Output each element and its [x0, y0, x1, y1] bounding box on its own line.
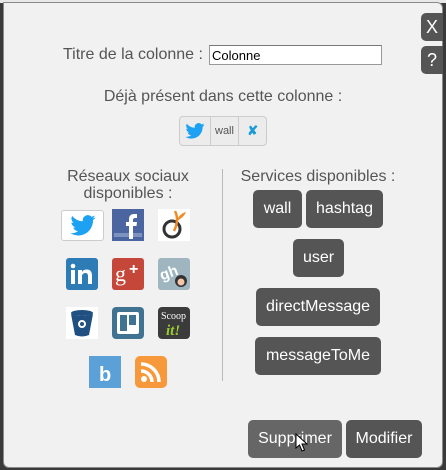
bitly-network-icon[interactable]: b: [89, 356, 121, 388]
mouse-cursor-icon: [295, 433, 309, 452]
svg-text:b: b: [99, 364, 111, 386]
title-label: Titre de la colonne :: [63, 46, 203, 63]
svg-text:it!: it!: [166, 323, 180, 339]
social-header: Réseaux sociaux disponibles :: [40, 168, 216, 202]
scoopit-network-icon[interactable]: Scoop it!: [158, 307, 190, 339]
twitter-network-icon[interactable]: [61, 210, 104, 241]
present-item-chip: wall ✘: [179, 116, 267, 146]
present-service-label: wall: [211, 117, 240, 145]
google-plus-network-icon[interactable]: g +: [112, 258, 144, 290]
help-button[interactable]: ?: [421, 46, 443, 74]
github-network-icon[interactable]: gh: [157, 258, 190, 290]
modify-button[interactable]: Modifier: [346, 420, 422, 458]
viadeo-network-icon[interactable]: [158, 209, 190, 241]
rss-network-icon[interactable]: [135, 356, 167, 388]
svg-text:Scoop: Scoop: [161, 311, 186, 322]
service-messagetome-button[interactable]: messageToMe: [255, 337, 381, 375]
svg-text:+: +: [129, 261, 138, 278]
service-directmessage-button[interactable]: directMessage: [256, 288, 380, 326]
svg-text:g: g: [115, 261, 126, 286]
column-divider: [222, 169, 223, 381]
social-header-line1: Réseaux sociaux: [67, 168, 189, 185]
close-button[interactable]: X: [421, 13, 443, 41]
trello-network-icon[interactable]: [112, 307, 144, 339]
linkedin-network-icon[interactable]: [66, 258, 98, 290]
facebook-network-icon[interactable]: [112, 209, 144, 241]
twitter-icon: [180, 117, 211, 145]
service-user-button[interactable]: user: [293, 239, 344, 277]
title-input[interactable]: [209, 45, 382, 65]
social-header-line2: disponibles :: [83, 185, 173, 202]
services-header: Services disponibles :: [240, 168, 396, 185]
present-label: Déjà présent dans cette colonne :: [103, 88, 343, 105]
remove-item-button[interactable]: ✘: [239, 117, 266, 145]
service-wall-button[interactable]: wall: [253, 190, 302, 228]
service-hashtag-button[interactable]: hashtag: [306, 190, 383, 228]
bitbucket-network-icon[interactable]: [66, 307, 98, 339]
